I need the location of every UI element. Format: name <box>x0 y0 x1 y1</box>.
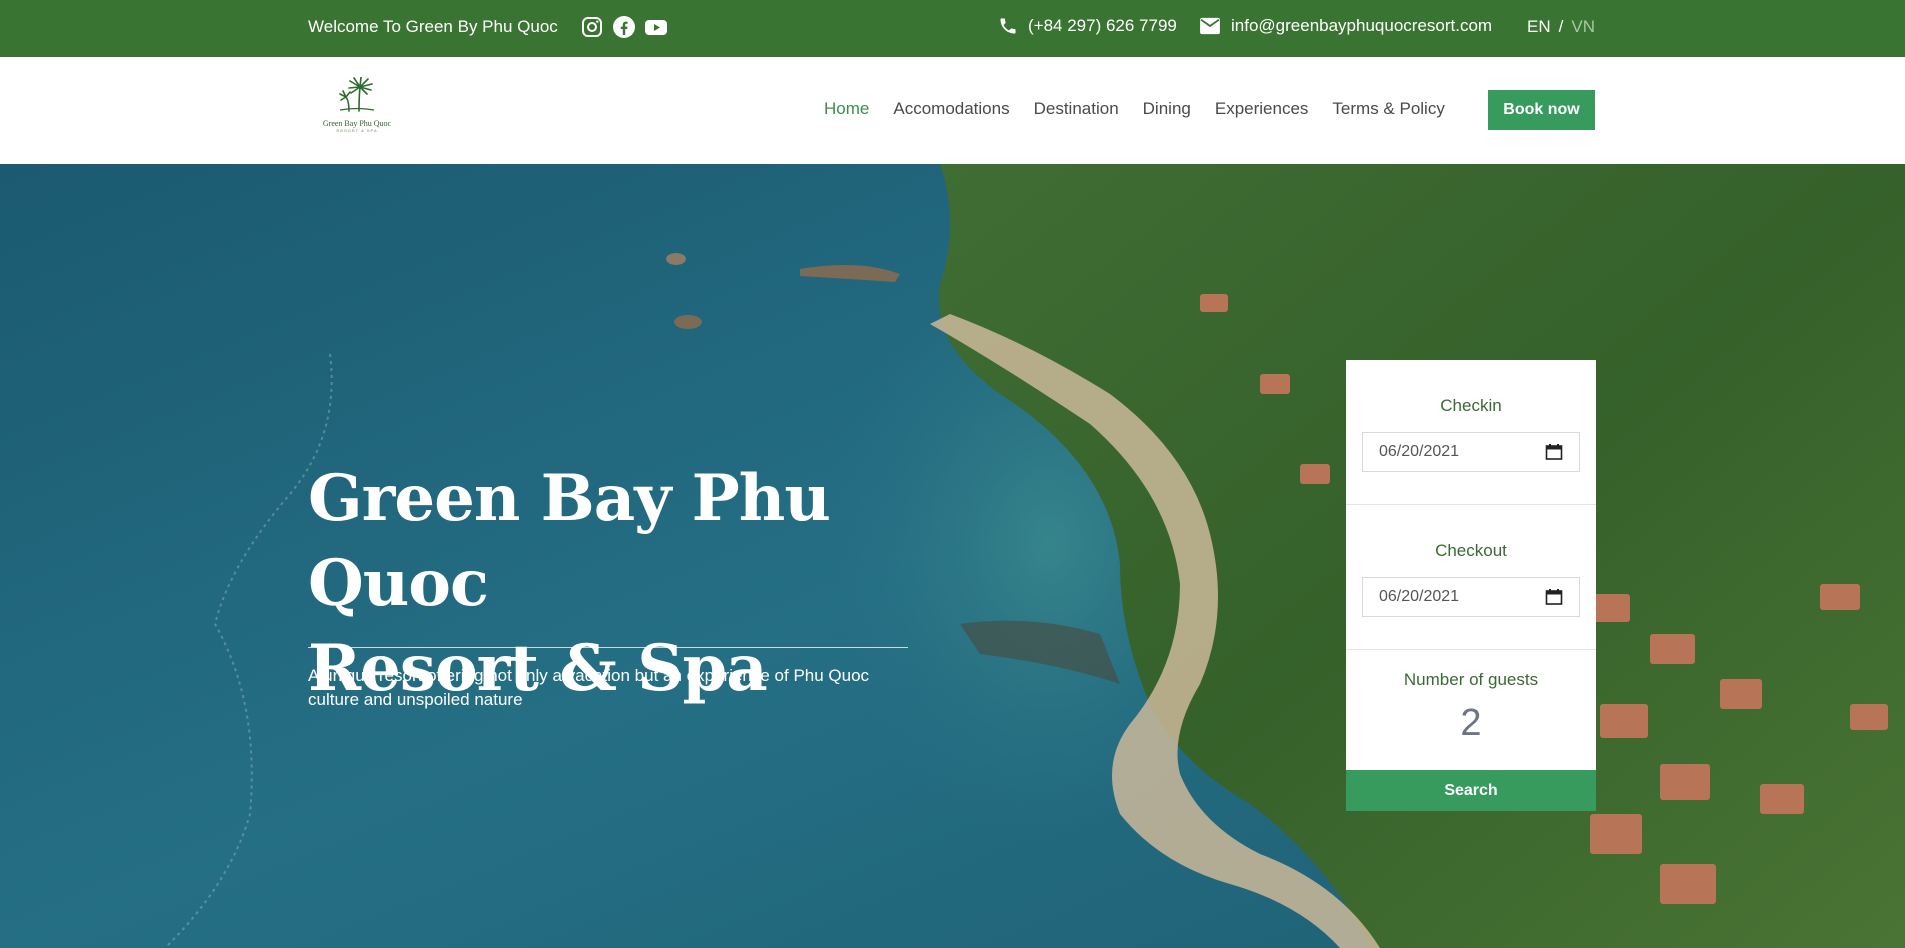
site-header: Green Bay Phu Quoc RESORT & SPA Home Acc… <box>0 57 1905 164</box>
nav-accomodations[interactable]: Accomodations <box>893 99 1009 119</box>
logo-text: Green Bay Phu Quoc <box>322 119 392 128</box>
nav-dining[interactable]: Dining <box>1143 99 1191 119</box>
lang-separator: / <box>1558 17 1564 36</box>
youtube-icon[interactable] <box>644 15 668 39</box>
checkin-date-input[interactable]: 06/20/2021 <box>1362 432 1580 472</box>
logo[interactable]: Green Bay Phu Quoc RESORT & SPA <box>318 76 396 135</box>
nav-terms-policy[interactable]: Terms & Policy <box>1332 99 1444 119</box>
phone-number: (+84 297) 626 7799 <box>1028 16 1177 35</box>
guests-value: 2 <box>1460 702 1482 744</box>
lang-vn[interactable]: VN <box>1571 17 1595 36</box>
nav-destination[interactable]: Destination <box>1034 99 1119 119</box>
calendar-icon[interactable] <box>1545 588 1563 606</box>
booking-panel: Checkin 06/20/2021 Checkout 06/20/2021 N… <box>1346 360 1596 811</box>
email-contact[interactable]: info@greenbayphuquocresort.com <box>1199 16 1492 36</box>
checkin-section: Checkin <box>1346 396 1596 416</box>
mail-icon <box>1200 17 1220 35</box>
logo-subtext: RESORT & SPA <box>336 128 378 133</box>
checkout-section: Checkout <box>1346 541 1596 561</box>
top-bar: Welcome To Green By Phu Quoc (+84 297) 6… <box>0 0 1905 57</box>
language-switcher: EN / VN <box>1527 17 1595 37</box>
social-links <box>580 15 668 39</box>
search-button[interactable]: Search <box>1346 770 1596 811</box>
palm-tree-icon <box>339 76 375 112</box>
checkout-label: Checkout <box>1435 541 1507 560</box>
phone-contact[interactable]: (+84 297) 626 7799 <box>998 16 1177 36</box>
welcome-text: Welcome To Green By Phu Quoc <box>308 17 558 36</box>
lang-en[interactable]: EN <box>1527 17 1551 36</box>
hero-background-image <box>0 164 1905 948</box>
checkin-label: Checkin <box>1440 396 1502 415</box>
hero-title-line1: Green Bay Phu Quoc <box>308 461 831 621</box>
guests-section: Number of guests <box>1346 670 1596 690</box>
calendar-icon[interactable] <box>1545 443 1563 461</box>
main-nav: Home Accomodations Destination Dining Ex… <box>824 99 1445 119</box>
book-now-button[interactable]: Book now <box>1488 90 1595 130</box>
instagram-icon[interactable] <box>580 15 604 39</box>
hero-divider <box>308 647 908 648</box>
booking-divider <box>1346 649 1596 650</box>
phone-icon <box>1000 18 1016 34</box>
checkout-date-value: 06/20/2021 <box>1379 588 1460 605</box>
hero-subtitle: A unique resort offering not only a vaca… <box>308 666 870 709</box>
booking-divider <box>1346 504 1596 505</box>
facebook-icon[interactable] <box>612 15 636 39</box>
guests-label: Number of guests <box>1403 670 1539 689</box>
checkout-date-input[interactable]: 06/20/2021 <box>1362 577 1580 617</box>
nav-home[interactable]: Home <box>824 99 869 119</box>
email-address: info@greenbayphuquocresort.com <box>1231 16 1493 35</box>
checkin-date-value: 06/20/2021 <box>1379 443 1460 460</box>
guests-input[interactable]: 2 <box>1346 702 1596 745</box>
nav-experiences[interactable]: Experiences <box>1215 99 1309 119</box>
hero-section: Green Bay Phu Quoc Resort & Spa A unique… <box>0 164 1905 948</box>
